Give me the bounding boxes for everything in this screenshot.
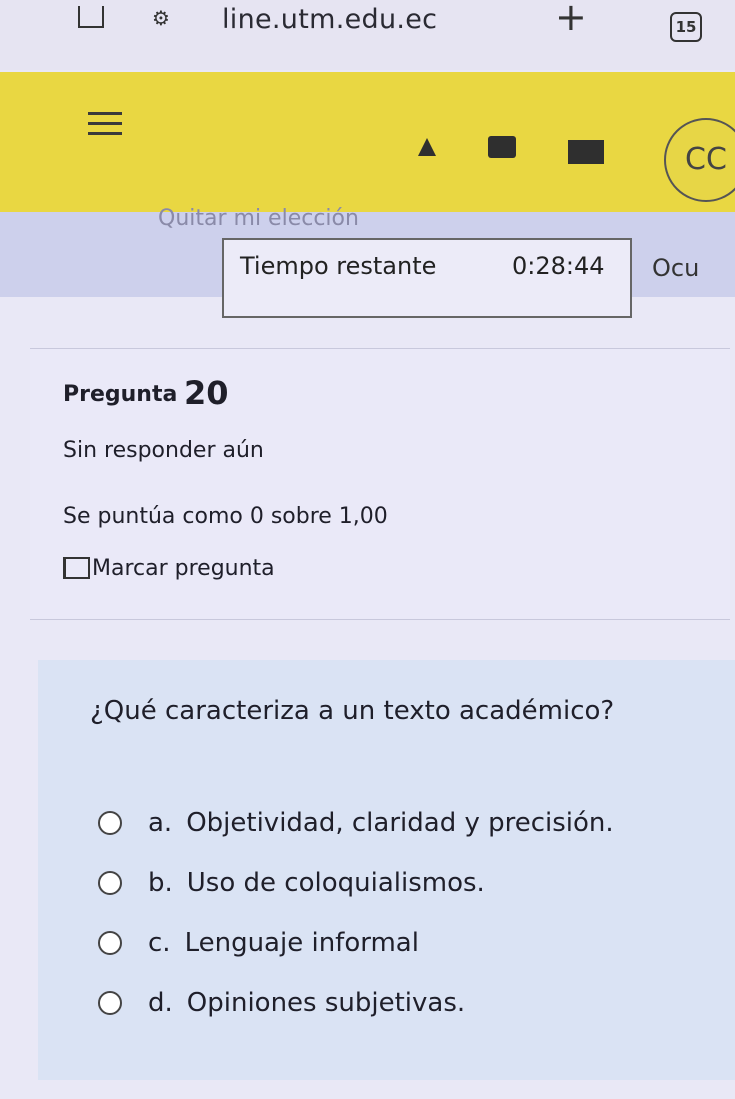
timer-label: Tiempo restante [240,252,437,280]
answer-option-a[interactable]: a. Objetividad, claridad y precisión. [98,808,614,838]
site-settings-icon[interactable]: ⚙ [152,6,170,30]
question-grade: Se puntúa como 0 sobre 1,00 [63,504,388,529]
notifications-bell-icon[interactable] [418,138,436,156]
option-letter: b. [148,868,173,898]
question-number: 20 [184,374,229,412]
radio-button[interactable] [98,991,122,1015]
radio-button[interactable] [98,871,122,895]
site-header [0,72,735,212]
url-bar[interactable]: line.utm.edu.ec [222,4,437,35]
option-letter: a. [148,808,173,838]
option-text: Opiniones subjetivas. [186,988,466,1018]
clear-choice-link[interactable]: Quitar mi elección [158,206,359,231]
option-text: Uso de coloquialismos. [186,868,485,898]
answer-option-d[interactable]: d. Opiniones subjetivas. [98,988,465,1018]
option-letter: d. [148,988,173,1018]
answer-option-c[interactable]: c. Lenguaje informal [98,928,419,958]
mail-icon[interactable] [568,140,604,164]
flag-question-link[interactable]: Marcar pregunta [92,556,275,581]
hamburger-menu-icon[interactable] [88,112,122,142]
radio-button[interactable] [98,931,122,955]
home-icon[interactable] [78,6,104,28]
tab-count-button[interactable]: 15 [670,12,702,42]
timer-value: 0:28:44 [512,252,605,280]
question-text: ¿Qué caracteriza a un texto académico? [90,696,615,726]
option-letter: c. [148,928,171,958]
question-word: Pregunta [63,382,178,407]
question-status: Sin responder aún [63,438,264,463]
radio-button[interactable] [98,811,122,835]
new-tab-icon[interactable]: + [555,0,587,36]
messages-chat-icon[interactable] [488,136,516,158]
option-text: Objetividad, claridad y precisión. [186,808,614,838]
flag-icon[interactable] [63,557,90,579]
answer-option-b[interactable]: b. Uso de coloquialismos. [98,868,485,898]
option-text: Lenguaje informal [184,928,419,958]
hide-timer-button[interactable]: Ocu [652,254,699,282]
